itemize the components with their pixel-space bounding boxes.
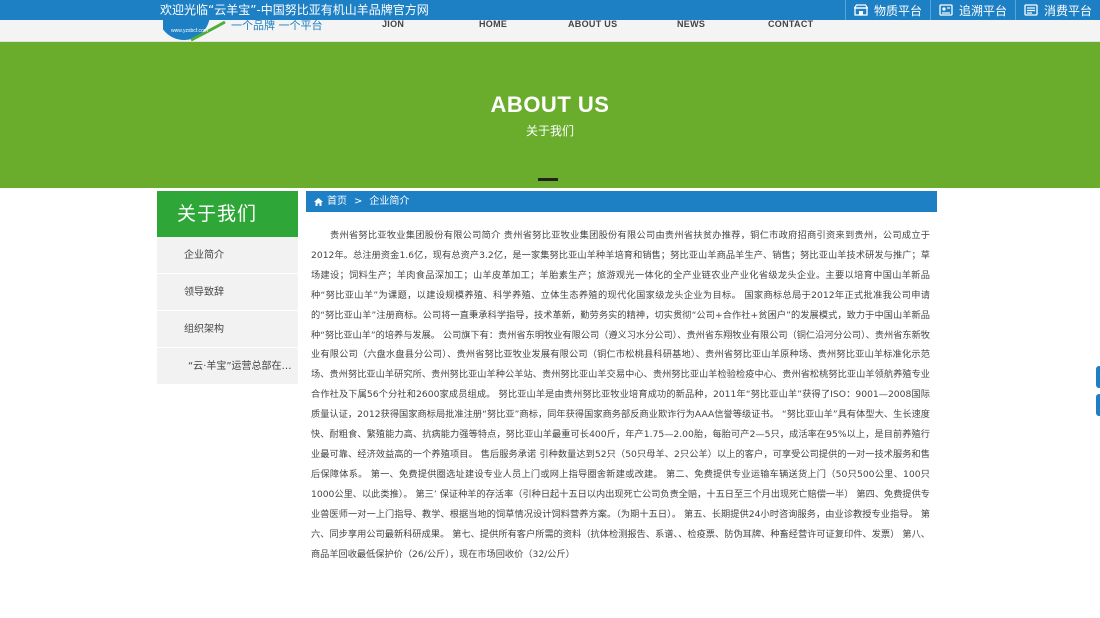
breadcrumb: 首页 > 企业简介 [306,191,937,212]
platform-link-trace[interactable]: 追溯平台 [929,0,1015,20]
platform-label: 消费平台 [1043,3,1092,18]
consume-icon [1024,4,1038,16]
nav-news[interactable]: NEWS [677,20,705,29]
article-body: 贵州省努比亚牧业集团股份有限公司简介 贵州省努比亚牧业集团股份有限公司由贵州省扶… [311,230,930,560]
welcome-text: 欢迎光临“云羊宝”-中国努比亚有机山羊品牌官方网 [160,3,429,17]
logo-slogan: 一个品牌 一个平台 [231,20,323,32]
platform-label: 物质平台 [873,3,922,18]
floating-service-tab[interactable] [1096,366,1100,388]
trace-icon [939,4,953,16]
page-banner: ABOUT US 关于我们 [0,42,1100,188]
banner-title-cn: 关于我们 [525,124,574,138]
logo-url: www.yzsbcf.com [171,28,208,34]
sidebar-title: 关于我们 [157,191,298,237]
breadcrumb-current[interactable]: 企业简介 [369,191,409,212]
platform-link-material[interactable]: 物质平台 [844,0,930,20]
store-icon [853,4,868,16]
sidebar-item-leader-speech[interactable]: 领导致辞 [157,274,298,311]
nav-home[interactable]: HOME [479,20,507,29]
sidebar: 关于我们 企业简介 领导致辞 组织架构 “云·羊宝”运营总部在做... [157,191,298,385]
breadcrumb-home[interactable]: 首页 [327,191,347,212]
logo-graphic: www.yzsbcf.com 一个品牌 一个平台 [163,20,323,42]
banner-title-en: ABOUT US [490,92,610,117]
site-logo[interactable]: www.yzsbcf.com 一个品牌 一个平台 [163,20,343,42]
platform-links: 物质平台 追溯平台 消费平台 [844,0,1100,20]
nav-join[interactable]: JION [382,20,404,29]
sidebar-item-operations-hq[interactable]: “云·羊宝”运营总部在做... [157,348,298,385]
home-icon [314,197,323,206]
breadcrumb-separator: > [354,196,363,207]
top-bar: 欢迎光临“云羊宝”-中国努比亚有机山羊品牌官方网 物质平台 追溯平台 消费平台 [0,0,1100,20]
nav-contact[interactable]: CONTACT [768,20,813,29]
platform-link-consume[interactable]: 消费平台 [1014,0,1100,20]
site-header: www.yzsbcf.com 一个品牌 一个平台 JION HOME ABOUT… [0,20,1100,42]
platform-label: 追溯平台 [958,3,1007,18]
sidebar-item-organization[interactable]: 组织架构 [157,311,298,348]
floating-service-tab[interactable] [1096,394,1100,416]
banner-divider [538,178,558,181]
sidebar-item-company-profile[interactable]: 企业简介 [157,237,298,274]
nav-about-us[interactable]: ABOUT US [568,20,617,29]
